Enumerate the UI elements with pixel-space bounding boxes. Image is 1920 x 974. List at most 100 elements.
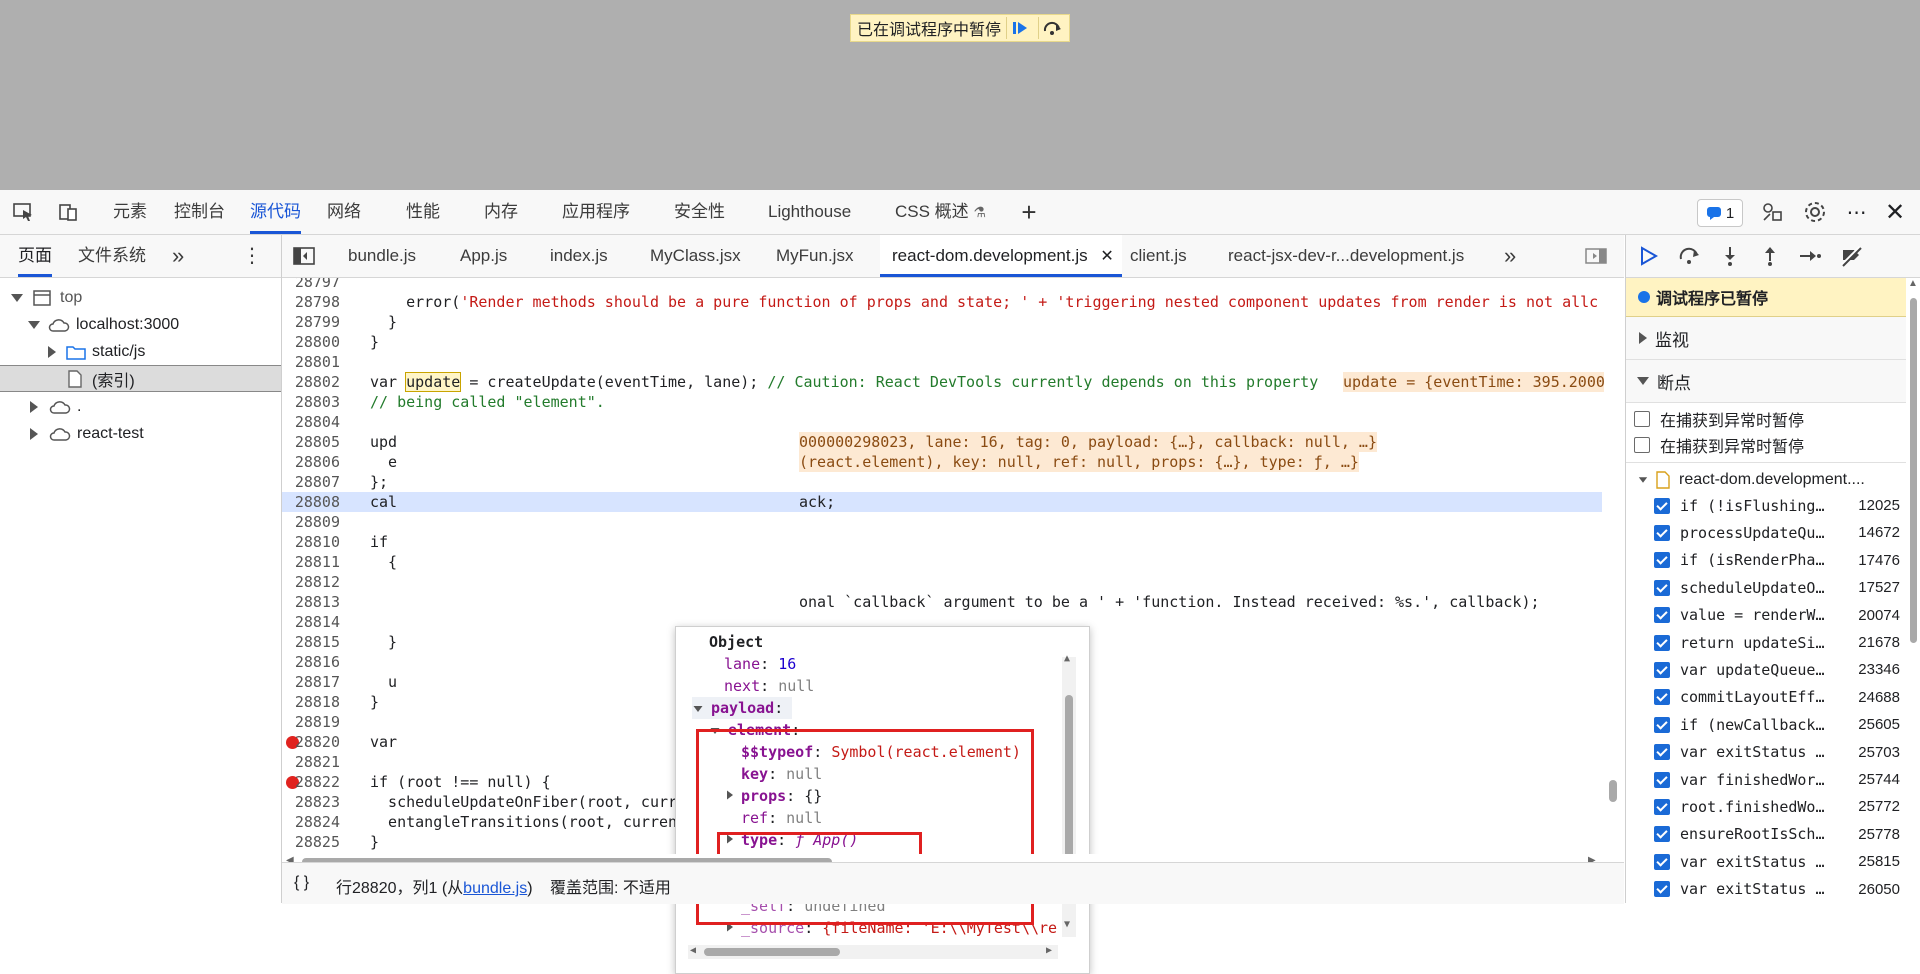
pause-caught-checkbox[interactable] (1634, 436, 1650, 453)
line-number[interactable]: 28815 (282, 632, 340, 652)
more-navigator-tabs-icon[interactable]: » (172, 235, 184, 277)
expand-right-icon[interactable] (1639, 332, 1647, 344)
popover-horizontal-scrollbar[interactable]: ◀ ▶ (688, 945, 1058, 959)
sidebar-vertical-scrollbar[interactable]: ▲ (1906, 278, 1920, 903)
breakpoint-item[interactable]: commitLayoutEff… 24688 (1626, 684, 1906, 711)
breakpoint-checkbox[interactable] (1654, 579, 1670, 596)
breakpoint-item[interactable]: value = renderW… 20074 (1626, 602, 1906, 629)
tab-lighthouse[interactable]: Lighthouse (768, 190, 851, 234)
tab-performance[interactable]: 性能 (406, 190, 440, 234)
line-number[interactable]: 28808 (282, 492, 340, 512)
scroll-right-arrow-icon[interactable]: ▶ (1046, 945, 1052, 956)
issues-counter-button[interactable]: 1 (1697, 199, 1743, 227)
toggle-debugger-icon[interactable] (1584, 235, 1608, 277)
tab-css-overview[interactable]: CSS 概述 ⚗ (895, 190, 986, 234)
code-line[interactable]: 28805 upd 000000298023, lane: 16, tag: 0, … (282, 432, 1602, 452)
source-file-link[interactable]: bundle.js (463, 880, 527, 897)
line-number[interactable]: 28813 (282, 592, 340, 612)
line-number[interactable]: 28816 (282, 652, 340, 672)
code-line[interactable]: 28810 if (282, 532, 1602, 552)
pause-uncaught-checkbox[interactable] (1634, 410, 1650, 427)
line-number[interactable]: 28799 (282, 312, 340, 332)
expand-right-icon[interactable] (48, 345, 56, 358)
scroll-up-arrow-icon[interactable]: ▲ (1064, 653, 1070, 664)
watch-section-header[interactable]: 监视 (1626, 317, 1906, 360)
tab-filesystem[interactable]: 文件系统 (78, 235, 146, 277)
settings-gear-icon[interactable] (1802, 200, 1828, 224)
code-line[interactable]: 28800} (282, 332, 1602, 352)
line-number[interactable]: 28804 (282, 412, 340, 432)
tree-item-top[interactable]: top (0, 284, 281, 311)
line-number[interactable]: 28822 (282, 772, 340, 792)
tree-item-react-test[interactable]: react-test (0, 420, 281, 447)
object-property-row[interactable]: lane: 16 (709, 653, 796, 675)
pretty-print-button[interactable]: { } (294, 874, 309, 892)
line-number[interactable]: 28818 (282, 692, 340, 712)
breakpoint-checkbox[interactable] (1654, 689, 1670, 706)
expand-down-icon[interactable] (28, 320, 40, 329)
more-options-icon[interactable]: ⋯ (1844, 200, 1870, 224)
line-number[interactable]: 28821 (282, 752, 340, 772)
file-tab-client[interactable]: client.js (1130, 235, 1187, 277)
breakpoint-item[interactable]: ensureRootIsSch… 25778 (1626, 821, 1906, 848)
breakpoint-item[interactable]: if (isRenderPha… 17476 (1626, 547, 1906, 574)
code-line[interactable]: 28812 (282, 572, 1602, 592)
code-line[interactable]: 28798 error('Render methods should be a … (282, 292, 1602, 312)
pause-on-caught-row[interactable]: 在捕获到异常时暂停 (1626, 431, 1906, 458)
breakpoint-item[interactable]: var updateQueue… 23346 (1626, 656, 1906, 683)
breakpoint-item[interactable]: var exitStatus … 25703 (1626, 739, 1906, 766)
breakpoint-item[interactable]: var exitStatus … 26050 (1626, 876, 1906, 903)
step-into-icon[interactable] (1717, 244, 1743, 268)
breakpoint-checkbox[interactable] (1654, 661, 1670, 678)
file-tab-app[interactable]: App.js (460, 235, 507, 277)
line-number[interactable]: 28814 (282, 612, 340, 632)
step-out-icon[interactable] (1757, 244, 1783, 268)
tab-page[interactable]: 页面 (18, 235, 52, 277)
breakpoint-checkbox[interactable] (1654, 798, 1670, 815)
tab-network[interactable]: 网络 (327, 190, 361, 234)
more-tabs-plus-icon[interactable]: + (1016, 197, 1042, 227)
object-preview-popover[interactable]: Object lane: 16 next: null payload: elemen… (675, 626, 1090, 974)
tab-console[interactable]: 控制台 (174, 190, 225, 234)
file-tab-myclass[interactable]: MyClass.jsx (650, 235, 741, 277)
code-line[interactable]: 28806 e (react.element), key: null, ref: … (282, 452, 1602, 472)
tab-sources[interactable]: 源代码 (250, 190, 301, 234)
line-number[interactable]: 28803 (282, 392, 340, 412)
breakpoint-item[interactable]: return updateSi… 21678 (1626, 629, 1906, 656)
breakpoint-checkbox[interactable] (1654, 853, 1670, 870)
popover-hscroll-thumb[interactable] (704, 948, 840, 956)
breakpoint-checkbox[interactable] (1654, 497, 1670, 514)
code-line[interactable]: 28799 } (282, 312, 1602, 332)
tab-application[interactable]: 应用程序 (562, 190, 630, 234)
line-number[interactable]: 28809 (282, 512, 340, 532)
expand-right-icon[interactable] (30, 427, 38, 440)
line-number[interactable]: 28825 (282, 832, 340, 852)
scroll-down-arrow-icon[interactable]: ▼ (1064, 919, 1070, 930)
tree-item-index[interactable]: (索引) (0, 365, 281, 392)
code-line[interactable]: 28808 cal ack; (282, 492, 1602, 512)
tree-item-static-js[interactable]: static/js (0, 338, 281, 365)
code-line[interactable]: 28807}; (282, 472, 1602, 492)
line-number[interactable]: 28812 (282, 572, 340, 592)
tab-elements[interactable]: 元素 (113, 190, 147, 234)
breakpoint-item[interactable]: var exitStatus … 25815 (1626, 848, 1906, 875)
inspect-element-icon[interactable] (10, 200, 36, 224)
breakpoint-checkbox[interactable] (1654, 607, 1670, 624)
expand-down-icon[interactable] (1638, 476, 1648, 483)
code-vertical-scrollbar[interactable] (1604, 278, 1622, 854)
line-number[interactable]: 28819 (282, 712, 340, 732)
file-tab-react-jsx-dev[interactable]: react-jsx-dev-r...development.js (1228, 235, 1464, 277)
code-line[interactable]: 28797 (282, 278, 1602, 292)
tree-item-dot[interactable]: . (0, 393, 281, 420)
close-tab-icon[interactable]: ✕ (1100, 248, 1113, 265)
line-number[interactable]: 28823 (282, 792, 340, 812)
breakpoint-checkbox[interactable] (1654, 524, 1670, 541)
tab-memory[interactable]: 内存 (484, 190, 518, 234)
line-number[interactable]: 28805 (282, 432, 340, 452)
line-number[interactable]: 28800 (282, 332, 340, 352)
resume-icon[interactable] (1006, 17, 1033, 39)
line-number[interactable]: 28806 (282, 452, 340, 472)
code-line[interactable]: 28802 var update = createUpdate(eventTime… (282, 372, 1605, 392)
tab-security[interactable]: 安全性 (674, 190, 725, 234)
breakpoints-section-header[interactable]: 断点 (1626, 360, 1906, 403)
